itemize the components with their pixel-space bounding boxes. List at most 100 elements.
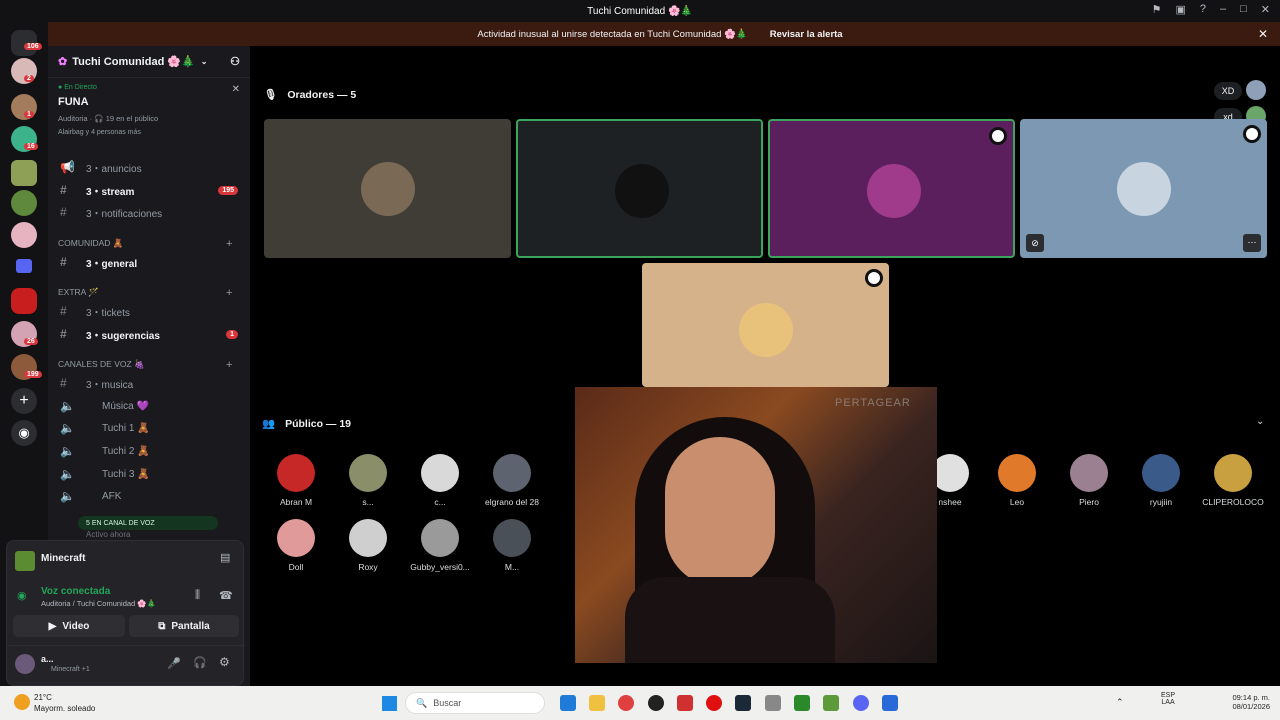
speaker-tile[interactable]	[516, 119, 763, 258]
soundboard-icon[interactable]: ⫼	[195, 589, 200, 602]
channel-notificaciones[interactable]: #3・notificaciones	[48, 202, 250, 222]
add-server-icon[interactable]: +	[11, 388, 37, 414]
audience-member[interactable]: elgrano del 28	[476, 454, 548, 507]
steam-icon[interactable]	[735, 695, 751, 711]
member-name: Leo	[1009, 497, 1025, 507]
discover-icon[interactable]: ◉	[11, 420, 37, 446]
audience-member[interactable]: Abran M	[260, 454, 332, 507]
server-icon[interactable]	[11, 288, 37, 314]
voice-channel[interactable]: 🔈 Tuchi 2 🧸	[48, 441, 250, 461]
member-name: ryujiin	[1149, 497, 1173, 507]
file-explorer-icon[interactable]	[589, 695, 605, 711]
channel-stream[interactable]: #3・stream 195	[48, 180, 250, 200]
app-icon[interactable]	[648, 695, 664, 711]
screen-share-button[interactable]: ⧉ Pantalla	[129, 615, 239, 637]
speaker-tile[interactable]	[642, 263, 889, 387]
category-voz[interactable]: CANALES DE VOZ 🍇 +	[58, 359, 232, 371]
language-indicator[interactable]: ESP LAA	[1161, 692, 1175, 706]
app-icon[interactable]	[677, 695, 693, 711]
opera-icon[interactable]	[706, 695, 722, 711]
voice-channel[interactable]: 🔈 Tuchi 1 🧸	[48, 418, 250, 438]
channel-tickets[interactable]: #3・tickets	[48, 301, 250, 321]
audience-member[interactable]: CLIPEROLOCO	[1197, 454, 1269, 507]
audience-member[interactable]: s...	[332, 454, 404, 507]
category-comunidad[interactable]: COMUNIDAD 🧸 +	[58, 238, 232, 250]
audience-member[interactable]: Piero	[1053, 454, 1125, 507]
minimize-button[interactable]: –	[1220, 3, 1226, 16]
channel-general[interactable]: #3・general	[48, 252, 250, 272]
voice-channel[interactable]: 🔈 Música 💜	[48, 396, 250, 416]
screen-icon[interactable]: ▣	[1175, 3, 1185, 16]
settings-gear-icon[interactable]: ⚙	[219, 655, 230, 669]
avatar[interactable]	[1246, 80, 1266, 100]
speaker-tile[interactable]: ⊘ ⋯	[1020, 119, 1267, 258]
server-icon[interactable]	[11, 222, 37, 248]
audience-member[interactable]: c...	[404, 454, 476, 507]
chevron-up-icon[interactable]: ⌃	[1116, 697, 1124, 708]
audience-member[interactable]: ryujiin	[1125, 454, 1197, 507]
voice-channel[interactable]: 🔈 AFK	[48, 486, 250, 506]
discord-icon[interactable]	[853, 695, 869, 711]
category-extra[interactable]: EXTRA 🪄 +	[58, 287, 232, 299]
speaker-icon: 🔈	[60, 399, 75, 413]
minecraft-icon	[15, 551, 35, 571]
minecraft-launcher-icon[interactable]	[794, 695, 810, 711]
add-channel-icon[interactable]: +	[226, 359, 232, 371]
app-icon[interactable]	[882, 695, 898, 711]
clock[interactable]: 09:14 p. m. 08/01/2026	[1218, 693, 1270, 711]
channel-anuncios[interactable]: 📢 3・anuncios	[48, 157, 250, 177]
windows-start-icon[interactable]	[382, 696, 397, 711]
language-code: ESP	[1161, 692, 1176, 699]
server-icon[interactable]	[11, 160, 37, 186]
voice-count-pill[interactable]: 5 EN CANAL DE VOZ	[78, 516, 218, 530]
active-now-label: Activo ahora	[86, 530, 131, 539]
add-channel-icon[interactable]: +	[226, 287, 232, 299]
server-icon[interactable]	[11, 190, 37, 216]
maximize-button[interactable]: □	[1240, 3, 1247, 16]
edge-icon[interactable]	[560, 695, 576, 711]
audience-member[interactable]: M...	[476, 519, 548, 572]
weather-icon[interactable]	[14, 694, 30, 710]
more-icon[interactable]: ⋯	[1243, 234, 1261, 252]
audience-member[interactable]: Leo	[981, 454, 1053, 507]
video-button[interactable]: ▶ Video	[13, 615, 125, 637]
review-alert-button[interactable]: Revisar la alerta	[762, 26, 851, 43]
taskbar-search[interactable]: 🔍 Buscar	[405, 692, 545, 714]
add-channel-icon[interactable]: +	[226, 238, 232, 250]
speaker-tile[interactable]	[264, 119, 511, 258]
close-window-button[interactable]: ✕	[1261, 3, 1270, 16]
folder-icon[interactable]	[16, 259, 32, 273]
weather-desc[interactable]: Mayorm. soleado	[34, 704, 95, 713]
settings-icon[interactable]	[765, 695, 781, 711]
voice-count-label: 5 EN CANAL DE VOZ	[86, 519, 155, 527]
speaker-tile[interactable]	[768, 119, 1015, 258]
channel-sugerencias[interactable]: #3・sugerencias 1	[48, 324, 250, 344]
help-icon[interactable]: ?	[1200, 3, 1206, 16]
disconnect-icon[interactable]: ☎	[219, 589, 233, 602]
close-icon[interactable]: ✕	[232, 84, 240, 95]
mic-icon[interactable]: 🎤	[167, 657, 181, 670]
voice-channel[interactable]: 🔈 Tuchi 3 🧸	[48, 464, 250, 484]
server-header[interactable]: ✿ Tuchi Comunidad 🌸🎄 ⌄ ⚇	[48, 46, 250, 78]
audience-member[interactable]: Doll	[260, 519, 332, 572]
stage-live-card[interactable]: ● En Directo ✕ FUNA Auditoria · 🎧 19 en e…	[48, 78, 250, 140]
user-chip-xd[interactable]: XD	[1214, 82, 1242, 100]
channel-musica[interactable]: #3・musica	[48, 373, 250, 393]
avatar	[1070, 454, 1108, 492]
muted-icon: ⊘	[1026, 234, 1044, 252]
activity-icon[interactable]: ▤	[220, 551, 230, 564]
invite-icon[interactable]: ⚇	[230, 55, 240, 68]
avatar[interactable]	[15, 654, 35, 674]
user-name[interactable]: a...	[41, 654, 54, 664]
voice-status[interactable]: Voz conectada	[41, 586, 110, 597]
voice-channel-path[interactable]: Auditoria / Tuchi Comunidad 🌸🎄	[41, 599, 156, 608]
chevron-down-icon[interactable]: ⌄	[1256, 416, 1264, 427]
chrome-icon[interactable]	[618, 695, 634, 711]
headphones-icon[interactable]: 🎧	[193, 656, 207, 669]
audience-member[interactable]: Roxy	[332, 519, 404, 572]
inbox-icon[interactable]: ⚑	[1152, 3, 1162, 16]
close-icon[interactable]: ✕	[1258, 27, 1268, 41]
weather-temp[interactable]: 21°C	[34, 693, 52, 702]
audience-member[interactable]: Gubby_versi0...	[404, 519, 476, 572]
minecraft-icon[interactable]	[823, 695, 839, 711]
